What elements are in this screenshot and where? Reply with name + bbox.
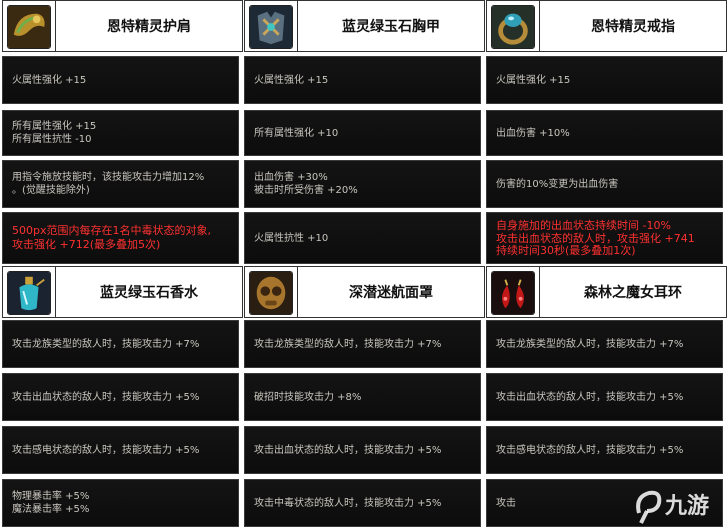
stat-cell: 物理暴击率 +5% 魔法暴击率 +5% (2, 479, 239, 527)
item-title: 恩特精灵护肩 (55, 1, 242, 51)
stat-line: 出血伤害 +30% (254, 172, 328, 183)
item-header: 恩特精灵戒指 (486, 0, 727, 52)
stat-line: 攻击出血状态的敌人时，技能攻击力 +5% (496, 391, 684, 403)
stat-cell: 用指令施放技能时，该技能攻击力增加12% 。(觉醒技能除外) (2, 160, 239, 208)
item-title: 森林之魔女耳环 (539, 267, 726, 317)
stat-line: 被击时所受伤害 +20% (254, 185, 358, 196)
stat-line: 攻击出血状态的敌人时，攻击强化 +741 (496, 231, 695, 245)
stat-line: 攻击感电状态的敌人时，技能攻击力 +5% (496, 444, 684, 456)
stat-line: 自身施加的出血状态持续时间 -10% (496, 219, 671, 232)
item-header: 深潜迷航面罩 (244, 266, 485, 318)
stat-cell: 火属性强化 +15 (486, 56, 723, 104)
item-title: 蓝灵绿玉石香水 (55, 267, 242, 317)
stat-line: 破招时技能攻击力 +8% (254, 391, 362, 403)
stat-cell: 破招时技能攻击力 +8% (244, 373, 481, 421)
stat-cell: 出血伤害 +30% 被击时所受伤害 +20% (244, 160, 481, 208)
watermark-text: 九游 (664, 493, 709, 519)
stat-cell: 500px范围内每存在1名中毒状态的对象, 攻击强化 +712(最多叠加5次) (2, 212, 239, 264)
item-title: 深潜迷航面罩 (297, 267, 484, 317)
stat-cell: 火属性强化 +15 (244, 56, 481, 104)
stat-line: 500px范围内每存在1名中毒状态的对象, (12, 224, 211, 237)
stat-line: 攻击龙族类型的敌人时，技能攻击力 +7% (496, 338, 684, 350)
stat-line: 攻击龙族类型的敌人时，技能攻击力 +7% (12, 338, 200, 350)
item-header: 蓝灵绿玉石香水 (2, 266, 243, 318)
stat-line: 伤害的10%变更为出血伤害 (496, 178, 619, 190)
stat-line: 攻击感电状态的敌人时，技能攻击力 +5% (12, 444, 200, 456)
item-header: 森林之魔女耳环 (486, 266, 727, 318)
stat-line: 火属性强化 +15 (496, 74, 571, 86)
stat-line: 出血伤害 +10% (496, 127, 570, 139)
item-title: 恩特精灵戒指 (539, 1, 726, 51)
stat-line: 火属性抗性 +10 (254, 232, 329, 244)
stat-cell: 所有属性强化 +15 所有属性抗性 -10 (2, 110, 239, 156)
item-header: 蓝灵绿玉石胸甲 (244, 0, 485, 52)
stat-line: 所有属性强化 +10 (254, 127, 339, 139)
stat-line: 攻击龙族类型的敌人时，技能攻击力 +7% (254, 338, 442, 350)
stat-line: 。(觉醒技能除外) (12, 185, 90, 196)
stat-line: 火属性强化 +15 (254, 74, 329, 86)
stat-line: 攻击强化 +712(最多叠加5次) (12, 238, 161, 251)
stat-cell: 火属性强化 +15 (2, 56, 239, 104)
stat-cell: 攻击出血状态的敌人时，技能攻击力 +5% (486, 373, 723, 421)
stat-line: 物理暴击率 +5% (12, 491, 90, 502)
item-title: 蓝灵绿玉石胸甲 (297, 1, 484, 51)
stat-line: 攻击中毒状态的敌人时，技能攻击力 +5% (254, 497, 442, 509)
ring-icon (491, 5, 535, 49)
watermark: 九游 (631, 483, 721, 527)
stat-line: 火属性强化 +15 (12, 74, 87, 86)
stat-cell: 攻击出血状态的敌人时，技能攻击力 +5% (2, 373, 239, 421)
chest-armor-icon (249, 5, 293, 49)
stat-cell: 攻击感电状态的敌人时，技能攻击力 +5% (2, 426, 239, 474)
item-header: 恩特精灵护肩 (2, 0, 243, 52)
stat-line: 用指令施放技能时，该技能攻击力增加12% (12, 172, 205, 183)
stat-cell: 攻击中毒状态的敌人时，技能攻击力 +5% (244, 479, 481, 527)
stat-cell: 攻击龙族类型的敌人时，技能攻击力 +7% (486, 320, 723, 368)
perfume-icon (7, 271, 51, 315)
stat-line: 所有属性抗性 -10 (12, 134, 92, 145)
stat-line: 持续时间30秒(最多叠加1次) (496, 244, 636, 258)
stat-cell: 攻击龙族类型的敌人时，技能攻击力 +7% (2, 320, 239, 368)
stat-line: 攻击出血状态的敌人时，技能攻击力 +5% (254, 444, 442, 456)
nine-game-logo-icon: 九游 (636, 490, 709, 524)
stat-cell: 火属性抗性 +10 (244, 212, 481, 264)
stat-line: 攻击出血状态的敌人时，技能攻击力 +5% (12, 391, 200, 403)
stat-line: 所有属性强化 +15 (12, 121, 97, 132)
stat-cell: 伤害的10%变更为出血伤害 (486, 160, 723, 208)
stat-cell: 出血伤害 +10% (486, 110, 723, 156)
stat-cell: 攻击出血状态的敌人时，技能攻击力 +5% (244, 426, 481, 474)
pauldron-icon (7, 5, 51, 49)
earring-icon (491, 271, 535, 315)
stat-cell: 攻击感电状态的敌人时，技能攻击力 +5% (486, 426, 723, 474)
stat-line: 魔法暴击率 +5% (12, 504, 90, 515)
mask-icon (249, 271, 293, 315)
stat-cell: 攻击龙族类型的敌人时，技能攻击力 +7% (244, 320, 481, 368)
stat-cell: 所有属性强化 +10 (244, 110, 481, 156)
stat-cell: 自身施加的出血状态持续时间 -10% 攻击出血状态的敌人时，攻击强化 +741 持续… (486, 212, 723, 264)
